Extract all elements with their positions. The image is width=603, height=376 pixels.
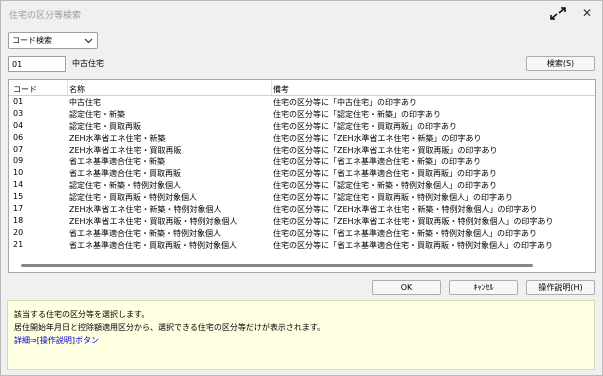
cell-name: 省エネ基準適合住宅・買取再販 <box>69 169 181 179</box>
table-row[interactable]: 06 ZEH水準省エネ住宅・新築 住宅の区分等に「ZEH水準省エネ住宅・新築」の印字… <box>9 132 595 144</box>
cell-code: 09 <box>13 156 24 166</box>
title-bar: 住宅の区分等検索 ✕ <box>1 1 602 25</box>
table-row[interactable]: 17 ZEH水準省エネ住宅・新築・特例対象個人 住宅の区分等に「ZEH水準省エネ住宅… <box>9 203 595 215</box>
cell-note: 住宅の区分等に「ZEH水準省エネ住宅・買取再販・特例対象個人」の印字あり <box>273 216 554 226</box>
cell-name: ZEH水準省エネ住宅・新築 <box>69 133 166 143</box>
cell-note: 住宅の区分等に「認定住宅・新築・特例対象個人」の印字あり <box>273 181 497 191</box>
expand-arrows-icon[interactable] <box>547 5 569 22</box>
code-input[interactable] <box>9 58 65 70</box>
cell-code: 18 <box>13 215 24 225</box>
cell-name: ZEH水準省エネ住宅・新築・特例対象個人 <box>69 205 222 215</box>
help-link[interactable]: 詳細⇒[操作説明]ボタン <box>14 335 99 346</box>
cell-name: 認定住宅・新築 <box>69 109 125 119</box>
cell-name: 省エネ基準適合住宅・買取再販・特例対象個人 <box>69 240 237 250</box>
info-line-2: 居住開始年月日と控除額適用区分から、選択できる住宅の区分等だけが表示されます。 <box>14 323 326 332</box>
table-row[interactable]: 03 認定住宅・新築 住宅の区分等に「認定住宅・新築」の印字あり <box>9 108 595 120</box>
column-header-name[interactable]: 名称 <box>69 84 85 95</box>
cell-note: 住宅の区分等に「ZEH水準省エネ住宅・買取再販」の印字あり <box>273 145 498 155</box>
dialog-window: 住宅の区分等検索 ✕ コード検索 中古住宅 検索(S) コード 名称 備考 01… <box>0 0 603 376</box>
table-row[interactable]: 01 中古住宅 住宅の区分等に「中古住宅」の印字あり <box>9 96 595 108</box>
table-row[interactable]: 15 認定住宅・買取再販・特例対象個人 住宅の区分等に「認定住宅・買取再販・特例対象… <box>9 191 595 203</box>
info-panel: 該当する住宅の区分等を選択します。 居住開始年月日と控除額適用区分から、選択でき… <box>7 300 595 370</box>
cell-note: 住宅の区分等に「省エネ基準適合住宅・買取再販」の印字あり <box>273 169 497 179</box>
help-link-suffix: ボタン <box>74 336 99 345</box>
cell-name: 省エネ基準適合住宅・新築・特例対象個人 <box>69 228 221 238</box>
close-icon[interactable]: ✕ <box>577 4 597 22</box>
cell-code: 03 <box>13 108 24 118</box>
table-row[interactable]: 14 認定住宅・新築・特例対象個人 住宅の区分等に「認定住宅・新築・特例対象個人」の… <box>9 179 595 191</box>
cell-name: 認定住宅・新築・特例対象個人 <box>69 181 181 191</box>
cell-note: 住宅の区分等に「ZEH水準省エネ住宅・新築」の印字あり <box>273 133 482 143</box>
code-input-box <box>8 56 66 72</box>
horizontal-scrollbar[interactable] <box>9 260 595 271</box>
table-row[interactable]: 04 認定住宅・買取再販 住宅の区分等に「認定住宅・買取再販」の印字あり <box>9 120 595 132</box>
cell-code: 06 <box>13 132 24 142</box>
cell-note: 住宅の区分等に「認定住宅・買取再販・特例対象個人」の印字あり <box>273 193 513 203</box>
column-divider[interactable] <box>271 80 272 95</box>
help-button[interactable]: 操作説明(H) <box>526 280 595 295</box>
table-row[interactable]: 07 ZEH水準省エネ住宅・買取再販 住宅の区分等に「ZEH水準省エネ住宅・買取再販… <box>9 144 595 156</box>
table-row[interactable]: 21 省エネ基準適合住宅・買取再販・特例対象個人 住宅の区分等に「省エネ基準適合住宅… <box>9 239 595 251</box>
cell-name: ZEH水準省エネ住宅・買取再販 <box>69 145 182 155</box>
help-link-prefix: 詳細⇒ <box>14 336 37 345</box>
cell-code: 20 <box>13 227 24 237</box>
table-row[interactable]: 09 省エネ基準適合住宅・新築 住宅の区分等に「省エネ基準適合住宅・新築」の印字あり <box>9 155 595 167</box>
column-header-note[interactable]: 備考 <box>273 84 289 95</box>
cell-name: 認定住宅・買取再販・特例対象個人 <box>69 193 197 203</box>
cell-note: 住宅の区分等に「認定住宅・買取再販」の印字あり <box>273 121 457 131</box>
cell-name: 認定住宅・買取再販 <box>69 121 141 131</box>
help-link-target: [操作説明] <box>36 336 75 345</box>
column-divider[interactable] <box>67 80 68 95</box>
code-name-label: 中古住宅 <box>72 59 104 68</box>
table-row[interactable]: 10 省エネ基準適合住宅・買取再販 住宅の区分等に「省エネ基準適合住宅・買取再販」の… <box>9 167 595 179</box>
results-table: コード 名称 備考 01 中古住宅 住宅の区分等に「中古住宅」の印字あり 03 認定住宅… <box>8 79 596 273</box>
window-title: 住宅の区分等検索 <box>9 11 82 21</box>
cell-note: 住宅の区分等に「ZEH水準省エネ住宅・新築・特例対象個人」の印字あり <box>273 205 538 215</box>
table-row[interactable]: 18 ZEH水準省エネ住宅・買取再販・特例対象個人 住宅の区分等に「ZEH水準省エネ… <box>9 215 595 227</box>
cell-code: 01 <box>13 97 24 106</box>
search-mode-value: コード検索 <box>12 36 52 45</box>
cell-name: ZEH水準省エネ住宅・買取再販・特例対象個人 <box>69 216 238 226</box>
cell-note: 住宅の区分等に「認定住宅・新築」の印字あり <box>273 109 441 119</box>
ok-button[interactable]: OK <box>372 280 441 295</box>
cell-code: 04 <box>13 120 24 130</box>
search-button[interactable]: 検索(S) <box>526 56 595 71</box>
cell-code: 21 <box>13 239 24 249</box>
column-header-code[interactable]: コード <box>13 84 37 95</box>
table-body: 01 中古住宅 住宅の区分等に「中古住宅」の印字あり 03 認定住宅・新築 住宅の区分等に… <box>9 96 595 251</box>
table-header: コード 名称 備考 <box>9 80 595 96</box>
cell-note: 住宅の区分等に「中古住宅」の印字あり <box>273 98 417 107</box>
cancel-button[interactable]: ｷｬﾝｾﾙ <box>449 280 518 295</box>
chevron-down-icon <box>84 38 93 44</box>
info-line-1: 該当する住宅の区分等を選択します。 <box>14 310 150 319</box>
search-mode-select[interactable]: コード検索 <box>8 32 98 49</box>
cell-note: 住宅の区分等に「省エネ基準適合住宅・新築」の印字あり <box>273 157 481 167</box>
cell-code: 17 <box>13 204 24 214</box>
table-row[interactable]: 20 省エネ基準適合住宅・新築・特例対象個人 住宅の区分等に「省エネ基準適合住宅・新… <box>9 227 595 239</box>
cell-code: 14 <box>13 180 24 190</box>
scrollbar-thumb[interactable] <box>21 264 533 267</box>
cell-note: 住宅の区分等に「省エネ基準適合住宅・新築・特例対象個人」の印字あり <box>273 228 537 238</box>
cell-name: 中古住宅 <box>69 98 101 107</box>
cell-note: 住宅の区分等に「省エネ基準適合住宅・買取再販・特例対象個人」の印字あり <box>273 240 553 250</box>
cell-code: 07 <box>13 144 24 154</box>
cell-name: 省エネ基準適合住宅・新築 <box>69 157 165 167</box>
cell-code: 10 <box>13 168 24 178</box>
cell-code: 15 <box>13 192 24 202</box>
